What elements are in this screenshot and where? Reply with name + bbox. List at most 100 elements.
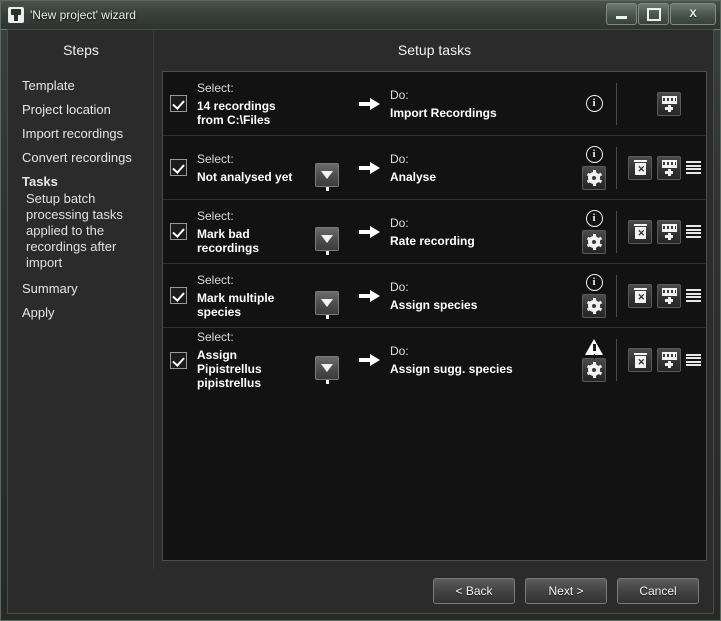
back-button[interactable]: < Back (433, 578, 515, 604)
flow-arrow-cell (350, 225, 390, 238)
delete-task-button[interactable]: ✕ (628, 283, 652, 308)
title-bar[interactable]: 'New project' wizard X (1, 1, 720, 30)
gear-icon (586, 169, 602, 186)
add-recording-icon (661, 223, 677, 240)
add-task-button[interactable] (657, 283, 681, 308)
filter-cell (304, 72, 350, 135)
sidebar-item-tasks[interactable]: Tasks (8, 170, 154, 191)
task-enabled-checkbox[interactable] (169, 159, 187, 176)
gear-icon (586, 297, 602, 314)
filter-cell (304, 200, 350, 263)
next-button[interactable]: Next > (525, 578, 607, 604)
task-menu-button[interactable] (686, 161, 701, 174)
table-row[interactable]: Select: 14 recordings from C:\Files Do: … (163, 72, 706, 136)
select-label: Select: (197, 80, 234, 95)
task-menu-button[interactable] (686, 353, 701, 367)
task-enabled-checkbox-cell (163, 351, 193, 369)
table-row[interactable]: Select: Mark bad recordings Do: Rate rec… (163, 200, 706, 264)
delete-task-button[interactable]: ✕ (628, 219, 652, 244)
do-value: Rate recording (390, 233, 475, 248)
delete-task-button[interactable]: ✕ (628, 348, 652, 372)
task-actions-cell: ✕ (616, 82, 706, 125)
sidebar-item-summary[interactable]: Summary (8, 277, 154, 301)
window-content: Steps Template Project location Import r… (7, 29, 714, 614)
add-task-button[interactable] (657, 348, 681, 372)
table-row[interactable]: Select: Assign Pipistrellus pipistrellus (163, 328, 706, 392)
select-value: Mark bad recordings (197, 226, 260, 255)
task-menu-button[interactable] (686, 289, 701, 302)
maximize-icon (646, 7, 661, 21)
flow-arrow-cell (350, 354, 390, 366)
filter-cell (304, 136, 350, 199)
tasks-panel: Setup tasks Select: 14 recordings from C… (154, 30, 713, 569)
select-label: Select: (197, 330, 234, 344)
arrow-right-icon (359, 97, 381, 110)
table-row[interactable]: Select: Not analysed yet Do: Analyse i ✕ (163, 136, 706, 200)
task-select-cell: Select: Not analysed yet (193, 152, 304, 184)
task-enabled-checkbox-cell (163, 159, 193, 176)
sidebar-item-convert-recordings[interactable]: Convert recordings (8, 146, 154, 170)
select-label: Select: (197, 151, 234, 166)
sidebar-item-apply[interactable]: Apply (8, 301, 154, 325)
sidebar-item-project-location[interactable]: Project location (8, 98, 154, 122)
task-status-cell: i (572, 145, 616, 190)
steps-sidebar: Steps Template Project location Import r… (8, 30, 154, 569)
filter-button[interactable] (315, 291, 339, 319)
do-label: Do: (390, 151, 409, 166)
select-value: Assign Pipistrellus pipistrellus (197, 348, 262, 390)
task-actions-cell: ✕ (616, 339, 706, 381)
sidebar-item-import-recordings[interactable]: Import recordings (8, 122, 154, 146)
wizard-footer: < Back Next > Cancel (8, 569, 713, 613)
task-select-cell: Select: Mark multiple species (193, 273, 304, 319)
task-menu-button[interactable] (686, 225, 701, 238)
flow-arrow-cell (350, 161, 390, 174)
task-enabled-checkbox[interactable] (169, 351, 187, 369)
task-enabled-checkbox-cell (163, 223, 193, 240)
filter-icon (321, 299, 333, 319)
task-status-cell: i (572, 95, 616, 112)
info-icon[interactable]: i (585, 209, 603, 227)
task-do-cell: Do: Analyse (390, 152, 572, 184)
arrow-right-icon (359, 225, 381, 238)
add-recording-icon (661, 95, 677, 112)
close-button[interactable]: X (670, 3, 716, 25)
trash-icon: ✕ (633, 288, 647, 303)
task-enabled-checkbox-cell (163, 95, 193, 112)
task-settings-button[interactable] (582, 165, 606, 190)
add-task-button[interactable] (657, 219, 681, 244)
filter-button[interactable] (315, 163, 339, 191)
task-settings-button[interactable] (582, 229, 606, 254)
add-task-button[interactable] (657, 155, 681, 180)
minimize-button[interactable] (606, 3, 637, 25)
info-icon[interactable]: i (585, 145, 603, 163)
task-status-cell: i (572, 209, 616, 254)
maximize-button[interactable] (638, 3, 669, 25)
task-enabled-checkbox[interactable] (169, 95, 187, 112)
info-icon[interactable]: i (585, 95, 603, 112)
filter-icon (321, 171, 333, 191)
minimize-icon (616, 15, 627, 19)
filter-button[interactable] (315, 227, 339, 255)
task-enabled-checkbox[interactable] (169, 287, 187, 304)
add-recording-icon (661, 287, 677, 304)
filter-button[interactable] (315, 356, 339, 384)
task-status-cell (572, 338, 616, 382)
sidebar-item-template[interactable]: Template (8, 74, 154, 98)
add-task-button[interactable] (657, 91, 681, 116)
info-icon[interactable]: i (585, 273, 603, 291)
warning-icon[interactable] (585, 338, 603, 355)
select-value: Mark multiple species (197, 290, 275, 319)
do-label: Do: (390, 215, 409, 230)
cancel-button[interactable]: Cancel (617, 578, 699, 604)
task-enabled-checkbox-cell (163, 287, 193, 304)
task-enabled-checkbox[interactable] (169, 223, 187, 240)
do-value: Analyse (390, 169, 437, 184)
table-row[interactable]: Select: Mark multiple species Do: Assign… (163, 264, 706, 328)
task-select-cell: Select: Mark bad recordings (193, 209, 304, 255)
delete-task-button[interactable]: ✕ (628, 155, 652, 180)
task-settings-button[interactable] (582, 293, 606, 318)
filter-icon (321, 235, 333, 255)
task-settings-button[interactable] (582, 357, 606, 382)
task-actions-cell: ✕ (616, 146, 706, 189)
do-label: Do: (390, 87, 409, 102)
